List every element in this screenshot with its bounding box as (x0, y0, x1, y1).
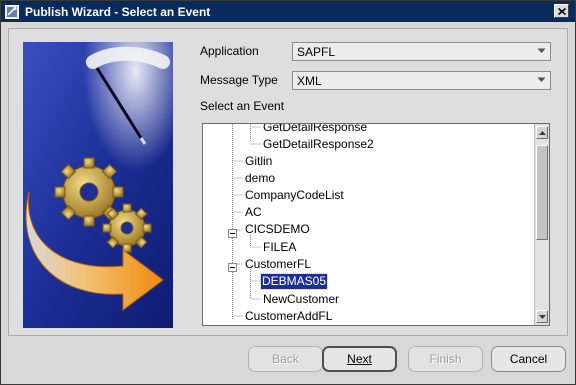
collapse-cicsdemo-toggle[interactable] (228, 225, 237, 238)
event-tree: GetDetailResponse GetDetailResponse2 Git… (202, 123, 550, 326)
chevron-up-icon (538, 130, 546, 135)
scroll-down-button[interactable] (536, 310, 548, 323)
scroll-thumb[interactable] (536, 145, 548, 240)
window-title: Publish Wizard - Select an Event (25, 4, 211, 19)
tree-node-ac[interactable]: AC (244, 205, 263, 220)
finish-button-label: Finish (429, 352, 462, 366)
tree-node-getdetailresponse[interactable]: GetDetailResponse (262, 124, 368, 135)
cancel-button[interactable]: Cancel (491, 346, 566, 372)
close-button[interactable] (554, 4, 569, 18)
message-type-select[interactable]: XML (292, 71, 551, 90)
collapse-customerfl-toggle[interactable] (228, 259, 237, 272)
tree-node-customerfl[interactable]: CustomerFL (244, 257, 312, 272)
message-type-label: Message Type (200, 73, 278, 87)
title-bar: Publish Wizard - Select an Event (1, 1, 575, 22)
tree-node-getdetailresponse2[interactable]: GetDetailResponse2 (262, 137, 375, 152)
message-type-value: XML (297, 73, 322, 88)
minus-icon (228, 263, 237, 272)
chevron-down-icon (537, 48, 546, 53)
scroll-up-button[interactable] (536, 126, 548, 139)
tree-node-companycodelist[interactable]: CompanyCodeList (244, 188, 345, 203)
cancel-button-label: Cancel (509, 352, 548, 366)
application-select[interactable]: SAPFL (292, 42, 551, 61)
minus-icon (228, 229, 237, 238)
chevron-down-icon (537, 77, 546, 82)
close-icon (557, 7, 566, 15)
next-button-label: Next (347, 352, 372, 366)
select-event-label: Select an Event (200, 99, 285, 113)
back-button[interactable]: Back (248, 346, 323, 372)
tree-node-demo[interactable]: demo (244, 171, 276, 186)
finish-button[interactable]: Finish (408, 346, 483, 372)
tree-node-debmas05[interactable]: DEBMAS05 (259, 273, 329, 290)
tree-node-cicsdemo[interactable]: CICSDEMO (244, 222, 311, 237)
wizard-app-icon (5, 4, 19, 19)
wizard-illustration (23, 42, 173, 328)
chevron-down-icon (538, 314, 546, 319)
publish-wizard-window: Publish Wizard - Select an Event Applica… (0, 0, 576, 385)
application-value: SAPFL (297, 44, 336, 59)
tree-vertical-scrollbar[interactable] (534, 124, 549, 325)
tree-node-gitlin[interactable]: Gitlin (244, 154, 273, 169)
tree-node-customeraddfl[interactable]: CustomerAddFL (244, 309, 333, 324)
application-label: Application (200, 44, 259, 58)
tree-node-filea[interactable]: FILEA (262, 240, 297, 255)
back-button-label: Back (272, 352, 299, 366)
tree-node-newcustomer[interactable]: NewCustomer (262, 292, 340, 307)
gears-arrow-wand-illustration (23, 42, 173, 328)
next-button[interactable]: Next (322, 346, 397, 372)
wizard-content-panel: Application SAPFL Message Type XML Selec… (8, 28, 568, 336)
